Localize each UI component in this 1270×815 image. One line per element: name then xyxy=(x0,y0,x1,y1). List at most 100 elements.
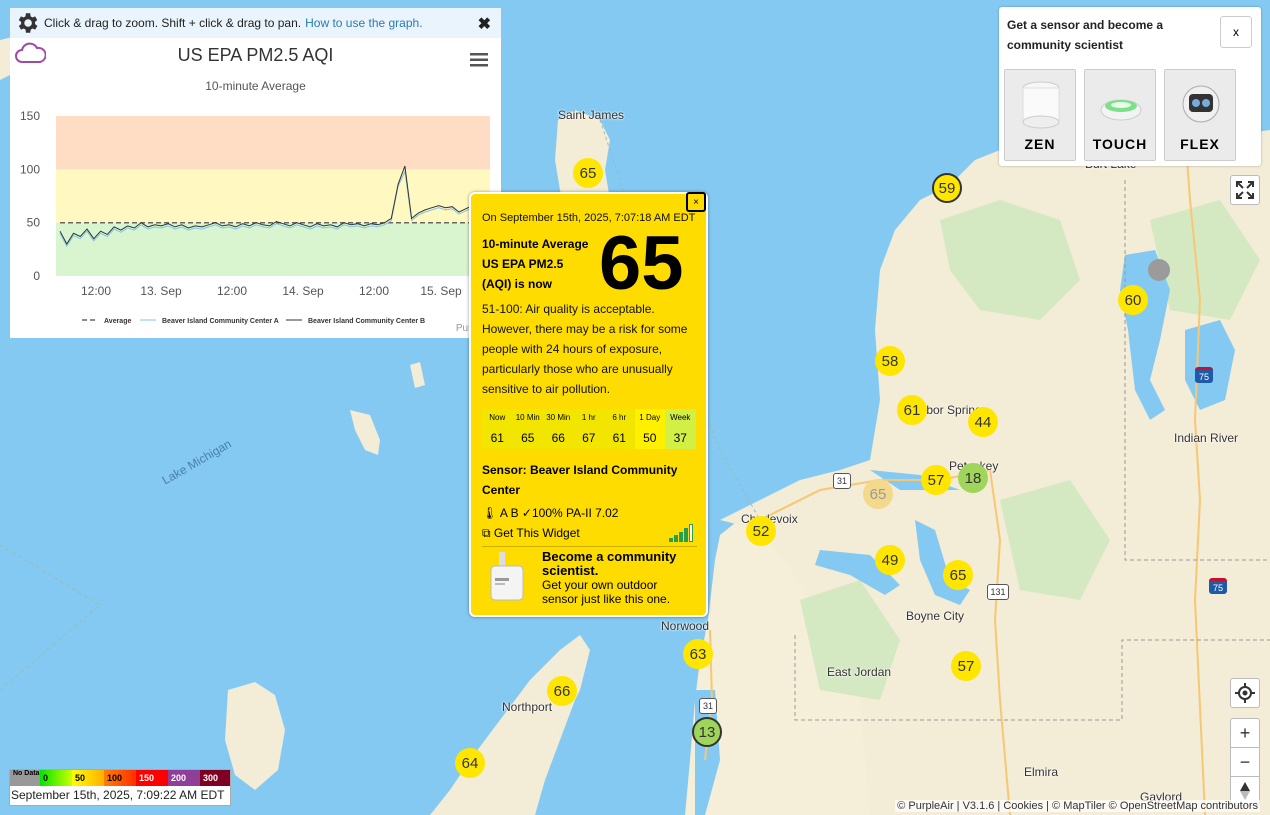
popup-divider xyxy=(482,546,697,547)
sensor-marker-offline[interactable] xyxy=(1148,259,1170,281)
fullscreen-icon xyxy=(1236,181,1254,199)
zoom-out-button[interactable]: − xyxy=(1230,747,1260,777)
legend-entry: Average xyxy=(104,318,131,325)
sensor-marker[interactable]: 57 xyxy=(921,465,951,495)
chart-subtitle: 10-minute Average xyxy=(205,79,306,93)
sensor-promo-panel: Get a sensor and become a community scie… xyxy=(999,7,1261,166)
map-label-norwood: Norwood xyxy=(661,619,710,633)
map-attribution[interactable]: © PurpleAir | V3.1.6 | Cookies | © MapTi… xyxy=(895,800,1260,812)
sensor-marker[interactable]: 52 xyxy=(746,516,776,546)
aqi-band xyxy=(56,116,490,170)
chart-panel: Click & drag to zoom. Shift + click & dr… xyxy=(10,8,501,338)
legend-bin: 300 xyxy=(200,770,230,786)
legend-entry: Beaver Island Community Center B xyxy=(308,318,425,325)
map-label-boyne-city: Boyne City xyxy=(906,609,965,623)
compass-icon xyxy=(1240,782,1250,800)
y-tick-label: 100 xyxy=(20,162,40,176)
popup-aqi-value: 65 xyxy=(599,221,684,306)
legend-bin: 200 xyxy=(168,770,200,786)
fullscreen-button[interactable] xyxy=(1230,175,1260,205)
route-shield-us-131: 131 xyxy=(987,584,1009,600)
legend-bin: 0 xyxy=(40,770,72,786)
stat-1hr: 1 hr 67 xyxy=(573,409,604,449)
map-label-northport: Northport xyxy=(502,700,553,714)
legend-timestamp: September 15th, 2025, 7:09:22 AM EDT xyxy=(11,788,225,802)
aqi-band xyxy=(56,169,490,223)
promo-card-touch[interactable]: TOUCH xyxy=(1084,69,1156,161)
stat-10min: 10 Min 65 xyxy=(512,409,543,449)
sensor-marker[interactable]: 65 xyxy=(943,560,973,590)
sensor-marker[interactable]: 66 xyxy=(547,676,577,706)
promo-card-zen[interactable]: ZEN xyxy=(1004,69,1076,161)
legend-entry: Beaver Island Community Center A xyxy=(162,318,279,325)
touch-sensor-icon xyxy=(1100,99,1142,121)
chart-title: US EPA PM2.5 AQI xyxy=(177,45,334,65)
aqi-line-chart[interactable]: 0 50 100 150 12:00 13. Sep 12:00 14. Sep 12:00 1… xyxy=(10,98,501,338)
sensor-marker[interactable]: 63 xyxy=(683,639,713,669)
popup-sensor-name[interactable]: Sensor: Beaver Island Community Center xyxy=(482,460,697,500)
settings-gear-icon[interactable] xyxy=(14,10,40,36)
legend-bin: 50 xyxy=(72,770,104,786)
popup-stats-row: Now 61 10 Min 65 30 Min 66 1 hr 67 6 hr 61 1 … xyxy=(482,409,696,449)
sensor-popup: × On September 15th, 2025, 7:07:18 AM ED… xyxy=(469,192,708,617)
sensor-marker[interactable]: 18 xyxy=(958,463,988,493)
sensor-marker[interactable]: 13 xyxy=(692,717,722,747)
sensor-marker[interactable]: 64 xyxy=(455,748,485,778)
legend-no-data: No Data xyxy=(10,770,40,786)
legend-bin: 100 xyxy=(104,770,136,786)
promo-card-label: TOUCH xyxy=(1092,136,1148,152)
sensor-marker[interactable]: 59 xyxy=(932,173,962,203)
legend-bin: 150 xyxy=(136,770,168,786)
map-label-indian-river: Indian River xyxy=(1174,431,1239,445)
stat-6hr: 6 hr 61 xyxy=(604,409,635,449)
promo-card-flex[interactable]: FLEX xyxy=(1164,69,1236,161)
popup-description: 51-100: Air quality is acceptable. Howev… xyxy=(482,302,688,396)
sensor-marker[interactable]: 57 xyxy=(951,651,981,681)
zen-sensor-icon xyxy=(1022,81,1060,129)
y-tick-label: 50 xyxy=(27,216,41,230)
map-label-saint-james: Saint James xyxy=(558,108,625,122)
x-tick-label: 12:00 xyxy=(359,284,389,298)
sensor-marker-faded[interactable]: 65 xyxy=(863,479,893,509)
popup-sensor-meta: 🌡 A B ✓100% PA-II 7.02 xyxy=(482,506,619,520)
aqi-band xyxy=(56,222,490,276)
get-widget-link[interactable]: ⧉ Get This Widget xyxy=(482,526,580,541)
signal-strength-icon xyxy=(669,524,693,542)
sensor-marker[interactable]: 49 xyxy=(875,545,905,575)
x-tick-label: 13. Sep xyxy=(140,284,182,298)
popup-close-button[interactable]: × xyxy=(686,192,706,212)
promo-card-label: FLEX xyxy=(1180,136,1220,152)
locate-button[interactable] xyxy=(1230,678,1260,708)
x-tick-label: 12:00 xyxy=(81,284,111,298)
x-tick-label: 14. Sep xyxy=(282,284,324,298)
promo-close-button[interactable]: x xyxy=(1220,16,1252,48)
route-shield-us-31-south: 31 xyxy=(699,698,717,714)
hamburger-menu-icon[interactable] xyxy=(470,52,488,68)
y-tick-label: 150 xyxy=(20,109,40,123)
route-shield-i-75-south: 75 xyxy=(1209,578,1227,594)
chart-instructions: Click & drag to zoom. Shift + click & dr… xyxy=(44,16,302,30)
chart-close-button[interactable]: ✖ xyxy=(478,14,491,34)
map-label-elmira: Elmira xyxy=(1024,765,1059,779)
stat-now: Now 61 xyxy=(482,409,513,449)
chart-toolbar: Click & drag to zoom. Shift + click & dr… xyxy=(10,8,501,38)
sensor-marker[interactable]: 44 xyxy=(968,407,998,437)
route-shield-us-31: 31 xyxy=(833,473,851,489)
promo-text: Get a sensor and become a community scie… xyxy=(1007,18,1164,52)
sensor-marker[interactable]: 58 xyxy=(875,346,905,376)
stat-1day: 1 Day 50 xyxy=(634,409,665,449)
zoom-in-button[interactable]: + xyxy=(1230,718,1260,748)
sensor-marker[interactable]: 60 xyxy=(1118,285,1148,315)
y-tick-label: 0 xyxy=(33,269,40,283)
map-label-east-jordan: East Jordan xyxy=(827,665,892,679)
legend-bar: No Data 0 50 100 150 200 300 xyxy=(10,770,230,786)
sensor-marker[interactable]: 61 xyxy=(897,395,927,425)
stat-30min: 30 Min 66 xyxy=(543,409,574,449)
popup-metric-label: 10-minute Average US EPA PM2.5 (AQI) is … xyxy=(482,237,589,291)
cta-text[interactable]: Get your own outdoor sensor just like th… xyxy=(542,578,692,606)
crosshair-icon xyxy=(1235,683,1255,703)
graph-help-link[interactable]: How to use the graph. xyxy=(305,16,422,30)
sensor-device-icon[interactable] xyxy=(489,550,525,602)
cta-title[interactable]: Become a community scientist. xyxy=(542,550,692,578)
sensor-marker[interactable]: 65 xyxy=(573,158,603,188)
